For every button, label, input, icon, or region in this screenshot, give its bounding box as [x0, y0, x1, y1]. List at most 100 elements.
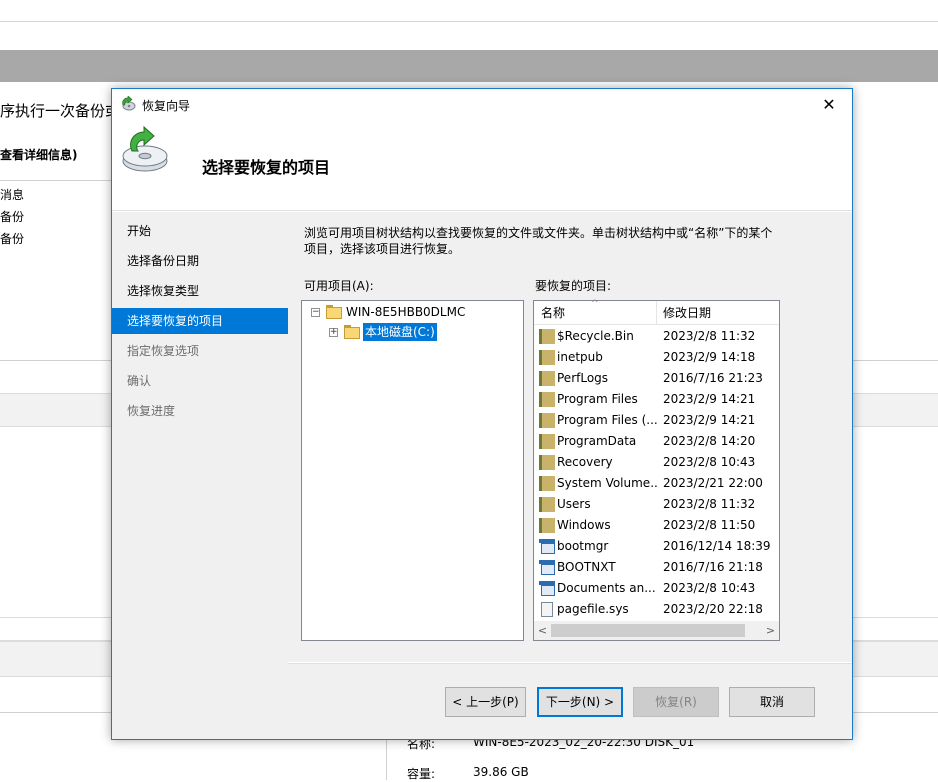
folder-icon [539, 518, 555, 533]
step-start: 开始 [127, 224, 152, 238]
item-name: Program Files (... [557, 413, 657, 427]
background-item: 备份 [0, 232, 25, 246]
item-modified-date: 2023/2/8 14:20 [663, 434, 756, 448]
list-item[interactable]: Documents an... 2023/2/8 10:43 [534, 578, 779, 599]
close-button[interactable]: ✕ [806, 89, 852, 119]
scrollbar-thumb[interactable] [551, 624, 745, 637]
item-modified-date: 2023/2/9 14:21 [663, 413, 756, 427]
list-item[interactable]: Recovery 2023/2/8 10:43 [534, 452, 779, 473]
wizard-footer: < 上一步(P) 下一步(N) > 恢复(R) 取消 [288, 663, 852, 739]
dialog-title: 恢复向导 [142, 99, 191, 113]
item-modified-date: 2016/7/16 21:18 [663, 560, 763, 574]
list-header: ^ 名称 修改日期 [534, 299, 779, 325]
available-items-tree[interactable]: − WIN-8E5HBB0DLMC + 本地磁盘(C:) [301, 300, 524, 641]
step-confirm: 确认 [127, 374, 152, 388]
background-item: 消息 [0, 188, 25, 202]
step-progress: 恢复进度 [127, 404, 176, 418]
previous-button[interactable]: < 上一步(P) [445, 687, 526, 717]
folder-icon [539, 455, 555, 470]
list-item[interactable]: pagefile.sys 2023/2/20 22:18 [534, 599, 779, 620]
capacity-label: 容量: [407, 767, 436, 781]
horizontal-scrollbar[interactable]: < > [534, 621, 779, 640]
folder-icon [539, 497, 555, 512]
item-modified-date: 2023/2/21 22:00 [663, 476, 763, 490]
list-item[interactable]: Windows 2023/2/8 11:50 [534, 515, 779, 536]
column-modified-date[interactable]: 修改日期 [663, 301, 711, 325]
list-item[interactable]: Program Files 2023/2/9 14:21 [534, 389, 779, 410]
step-select-recovery-type: 选择恢复类型 [127, 284, 200, 298]
tree-node-server[interactable]: − WIN-8E5HBB0DLMC [302, 303, 523, 321]
restore-button[interactable]: 恢复(R) [633, 687, 719, 717]
tree-node-label: 本地磁盘(C:) [363, 323, 437, 341]
wizard-content: 浏览可用项目树状结构以查找要恢复的文件或文件夹。单击树状结构中或“名称”下的某个… [288, 212, 852, 662]
folder-icon [539, 413, 555, 428]
item-modified-date: 2023/2/20 22:18 [663, 602, 763, 616]
background-heading: 序执行一次备份或 [0, 102, 121, 120]
collapse-icon[interactable]: − [311, 308, 320, 317]
page-file-icon [539, 602, 555, 617]
column-separator[interactable] [656, 301, 657, 325]
item-name: System Volume... [557, 476, 657, 490]
shortcut-icon [539, 581, 555, 596]
list-item[interactable]: bootmgr 2016/12/14 18:39 [534, 536, 779, 557]
scroll-left-icon[interactable]: < [534, 621, 551, 640]
list-item[interactable]: Users 2023/2/8 11:32 [534, 494, 779, 515]
list-item[interactable]: $Recycle.Bin 2023/2/8 11:32 [534, 326, 779, 347]
folder-icon [539, 371, 555, 386]
folder-icon [539, 434, 555, 449]
instructions-text: 浏览可用项目树状结构以查找要恢复的文件或文件夹。单击树状结构中或“名称”下的某个… [304, 226, 773, 256]
wizard-header: 选择要恢复的项目 [112, 119, 852, 211]
folder-icon [539, 476, 555, 491]
system-file-icon [539, 539, 555, 554]
item-name: inetpub [557, 350, 603, 364]
item-modified-date: 2023/2/8 10:43 [663, 581, 756, 595]
item-name: Windows [557, 518, 611, 532]
step-specify-options: 指定恢复选项 [127, 344, 200, 358]
items-to-restore-label: 要恢复的项目: [535, 279, 612, 293]
item-name: Users [557, 497, 591, 511]
item-name: Documents an... [557, 581, 656, 595]
item-modified-date: 2023/2/8 11:32 [663, 497, 756, 511]
tree-node-local-disk[interactable]: + 本地磁盘(C:) [302, 323, 523, 341]
item-name: Program Files [557, 392, 638, 406]
item-modified-date: 2016/7/16 21:23 [663, 371, 763, 385]
page-title: 选择要恢复的项目 [202, 158, 331, 177]
available-items-label: 可用项目(A): [304, 279, 374, 293]
item-name: Recovery [557, 455, 613, 469]
list-item[interactable]: inetpub 2023/2/9 14:18 [534, 347, 779, 368]
recovery-disc-icon [122, 125, 168, 172]
folder-icon [539, 329, 555, 344]
item-modified-date: 2023/2/9 14:18 [663, 350, 756, 364]
item-name: ProgramData [557, 434, 637, 448]
system-file-icon [539, 560, 555, 575]
list-item[interactable]: BOOTNXT 2016/7/16 21:18 [534, 557, 779, 578]
item-modified-date: 2023/2/8 11:32 [663, 329, 756, 343]
expand-icon[interactable]: + [329, 328, 338, 337]
list-item[interactable]: ProgramData 2023/2/8 14:20 [534, 431, 779, 452]
background-item: 备份 [0, 210, 25, 224]
details-link[interactable]: 查看详细信息) [0, 146, 78, 163]
item-name: pagefile.sys [557, 602, 629, 616]
item-modified-date: 2023/2/8 10:43 [663, 455, 756, 469]
items-to-restore-list[interactable]: ^ 名称 修改日期 $Recycle.Bin 2023/2/8 11:32 inet… [533, 299, 780, 641]
divider [0, 21, 938, 22]
column-name[interactable]: 名称 [541, 301, 565, 325]
list-item[interactable]: Program Files (... 2023/2/9 14:21 [534, 410, 779, 431]
list-item[interactable]: PerfLogs 2016/7/16 21:23 [534, 368, 779, 389]
close-icon: ✕ [822, 94, 836, 114]
wizard-steps-sidebar: 开始 选择备份日期 选择恢复类型 选择要恢复的项目 指定恢复选项 确认 恢复进度 [112, 212, 288, 739]
item-name: BOOTNXT [557, 560, 616, 574]
scroll-right-icon[interactable]: > [762, 621, 779, 640]
capacity-value: 39.86 GB [473, 765, 529, 779]
item-modified-date: 2023/2/8 11:50 [663, 518, 756, 532]
disk-folder-icon [344, 325, 360, 339]
item-name: bootmgr [557, 539, 609, 553]
title-bar[interactable]: 恢复向导 ✕ [112, 89, 852, 119]
step-select-items: 选择要恢复的项目 [112, 308, 288, 334]
cancel-button[interactable]: 取消 [729, 687, 815, 717]
recovery-wizard-icon [122, 96, 136, 111]
recovery-wizard-dialog: 恢复向导 ✕ 选择要恢复的项目 开始 选择备份日期 选择恢复类型 选择要恢复的项… [111, 88, 853, 740]
next-button[interactable]: 下一步(N) > [537, 687, 623, 717]
item-modified-date: 2016/12/14 18:39 [663, 539, 771, 553]
list-item[interactable]: System Volume... 2023/2/21 22:00 [534, 473, 779, 494]
